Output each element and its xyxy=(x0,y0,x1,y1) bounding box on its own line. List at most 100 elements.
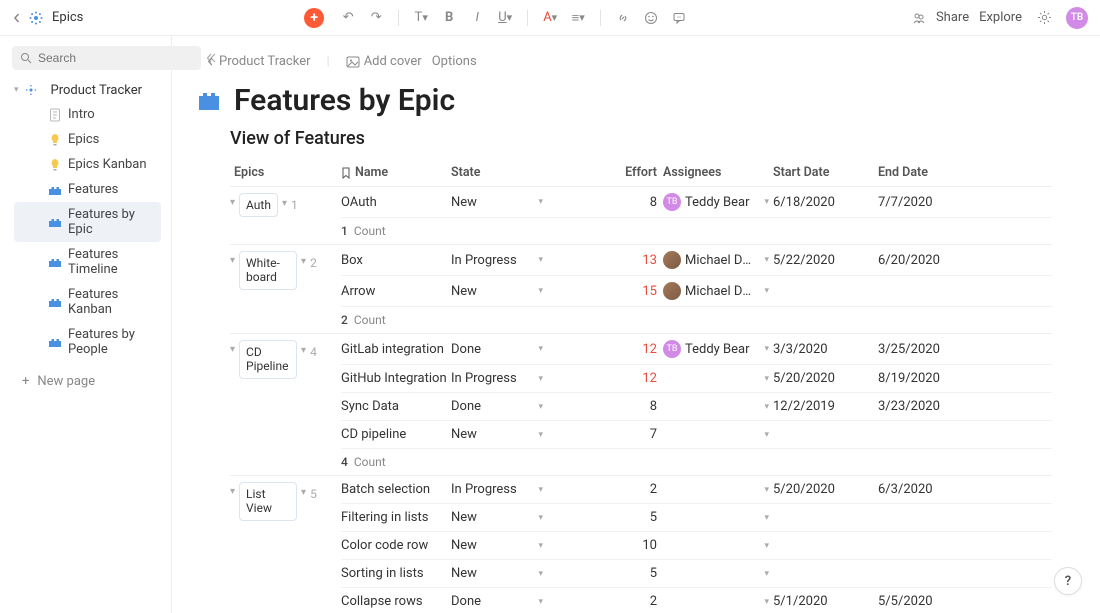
options-button[interactable]: Options xyxy=(432,54,477,69)
sidebar-item-epics-kanban[interactable]: Epics Kanban xyxy=(14,152,161,177)
sidebar-root[interactable]: ▾ Product Tracker xyxy=(8,78,167,102)
underline-dropdown[interactable]: U ▾ xyxy=(493,6,517,30)
cell-state[interactable]: Done▾ xyxy=(451,399,551,414)
col-start[interactable]: Start Date xyxy=(773,165,878,180)
breadcrumb-back[interactable]: Product Tracker xyxy=(206,54,311,69)
text-color-dropdown[interactable]: A ▾ xyxy=(538,6,562,30)
table-row[interactable]: Batch selectionIn Progress▾2▾5/20/20206/… xyxy=(341,476,1052,504)
chevron-down-icon[interactable]: ▾ xyxy=(764,569,769,579)
epic-dropdown-icon[interactable]: ▾ xyxy=(301,482,306,498)
table-row[interactable]: Sync DataDone▾8▾12/2/20193/23/2020 xyxy=(341,393,1052,421)
chevron-down-icon[interactable]: ▾ xyxy=(764,344,769,354)
cell-state[interactable]: In Progress▾ xyxy=(451,253,551,268)
chevron-down-icon[interactable]: ▾ xyxy=(764,541,769,551)
cell-state[interactable]: New▾ xyxy=(451,284,551,299)
chevron-down-icon[interactable]: ▾ xyxy=(538,569,543,579)
cell-state[interactable]: Done▾ xyxy=(451,342,551,357)
chevron-down-icon[interactable]: ▾ xyxy=(764,197,769,207)
chevron-down-icon[interactable]: ▾ xyxy=(764,374,769,384)
epic-pill[interactable]: CD Pipeline xyxy=(239,340,297,379)
table-row[interactable]: BoxIn Progress▾13Michael Du…▾5/22/20206/… xyxy=(341,245,1052,276)
chevron-down-icon[interactable]: ▾ xyxy=(538,430,543,440)
epic-pill[interactable]: List View xyxy=(239,482,297,521)
cell-state[interactable]: New▾ xyxy=(451,510,551,525)
chevron-down-icon[interactable]: ▾ xyxy=(538,541,543,551)
cell-state[interactable]: Done▾ xyxy=(451,594,551,609)
chevron-down-icon[interactable]: ▾ xyxy=(538,344,543,354)
table-row[interactable]: OAuthNew▾8TBTeddy Bear▾6/18/20207/7/2020 xyxy=(341,187,1052,218)
collapse-group-icon[interactable]: ▾ xyxy=(230,251,235,266)
sidebar-item-epics[interactable]: Epics xyxy=(14,127,161,152)
epic-dropdown-icon[interactable]: ▾ xyxy=(282,193,287,209)
col-name[interactable]: Name xyxy=(341,165,451,180)
sidebar-item-features-by-people[interactable]: Features by People xyxy=(14,322,161,362)
cell-assignees[interactable]: Michael Du…▾ xyxy=(663,282,773,300)
chevron-down-icon[interactable]: ▾ xyxy=(538,402,543,412)
col-effort[interactable]: Effort xyxy=(631,165,663,180)
chevron-down-icon[interactable]: ▾ xyxy=(538,374,543,384)
chevron-down-icon[interactable]: ▾ xyxy=(764,597,769,607)
col-state[interactable]: State xyxy=(451,165,551,180)
chevron-down-icon[interactable]: ▾ xyxy=(764,513,769,523)
table-row[interactable]: CD pipelineNew▾7▾ xyxy=(341,421,1052,449)
align-dropdown[interactable]: ≡ ▾ xyxy=(566,6,590,30)
cell-assignees[interactable]: TBTeddy Bear▾ xyxy=(663,340,773,358)
undo-icon[interactable]: ↶ xyxy=(336,6,360,30)
explore-button[interactable]: Explore xyxy=(979,10,1022,25)
text-style-dropdown[interactable]: T ▾ xyxy=(409,6,433,30)
add-button[interactable]: + xyxy=(304,8,324,28)
cell-state[interactable]: New▾ xyxy=(451,538,551,553)
chevron-down-icon[interactable]: ▾ xyxy=(764,255,769,265)
user-avatar[interactable]: TB xyxy=(1066,7,1088,29)
redo-icon[interactable]: ↷ xyxy=(364,6,388,30)
epic-pill[interactable]: White-board xyxy=(239,251,297,290)
chevron-down-icon[interactable]: ▾ xyxy=(538,255,543,265)
back-icon[interactable] xyxy=(12,13,22,23)
new-page-button[interactable]: + New page xyxy=(4,366,167,397)
cell-state[interactable]: In Progress▾ xyxy=(451,371,551,386)
collapse-group-icon[interactable]: ▾ xyxy=(230,482,235,497)
col-assignees[interactable]: Assignees xyxy=(663,165,773,180)
sidebar-item-features-kanban[interactable]: Features Kanban xyxy=(14,282,161,322)
chevron-down-icon[interactable]: ▾ xyxy=(538,513,543,523)
collapse-group-icon[interactable]: ▾ xyxy=(230,193,235,208)
italic-icon[interactable]: I xyxy=(465,6,489,30)
comment-icon[interactable] xyxy=(667,6,691,30)
bold-icon[interactable]: B xyxy=(437,6,461,30)
epic-dropdown-icon[interactable]: ▾ xyxy=(301,340,306,356)
sidebar-item-features-by-epic[interactable]: Features by Epic xyxy=(14,202,161,242)
cell-assignees[interactable]: TBTeddy Bear▾ xyxy=(663,193,773,211)
chevron-down-icon[interactable]: ▾ xyxy=(538,485,543,495)
link-icon[interactable] xyxy=(611,6,635,30)
col-epics[interactable]: Epics xyxy=(230,165,341,180)
epic-dropdown-icon[interactable]: ▾ xyxy=(301,251,306,267)
cell-state[interactable]: In Progress▾ xyxy=(451,482,551,497)
cell-state[interactable]: New▾ xyxy=(451,427,551,442)
table-row[interactable]: Filtering in listsNew▾5▾ xyxy=(341,504,1052,532)
chevron-down-icon[interactable]: ▾ xyxy=(538,197,543,207)
table-row[interactable]: GitHub IntegrationIn Progress▾12▾5/20/20… xyxy=(341,365,1052,393)
cell-assignees[interactable]: Michael Du…▾ xyxy=(663,251,773,269)
chevron-down-icon[interactable]: ▾ xyxy=(538,597,543,607)
sidebar-item-features[interactable]: Features xyxy=(14,177,161,202)
chevron-down-icon[interactable]: ▾ xyxy=(764,430,769,440)
chevron-down-icon[interactable]: ▾ xyxy=(764,286,769,296)
epic-pill[interactable]: Auth xyxy=(239,193,278,217)
chevron-down-icon[interactable]: ▾ xyxy=(764,485,769,495)
emoji-icon[interactable] xyxy=(639,6,663,30)
sidebar-item-intro[interactable]: Intro xyxy=(14,102,161,127)
gear-icon[interactable] xyxy=(1032,6,1056,30)
add-cover-button[interactable]: Add cover xyxy=(346,54,422,69)
chevron-down-icon[interactable]: ▾ xyxy=(538,286,543,296)
table-row[interactable]: GitLab integrationDone▾12TBTeddy Bear▾3/… xyxy=(341,334,1052,365)
col-end[interactable]: End Date xyxy=(878,165,968,180)
table-row[interactable]: ArrowNew▾15Michael Du…▾ xyxy=(341,276,1052,307)
table-row[interactable]: Collapse rowsDone▾2▾5/1/20205/5/2020 xyxy=(341,588,1052,613)
help-button[interactable]: ? xyxy=(1054,567,1082,595)
sidebar-item-features-timeline[interactable]: Features Timeline xyxy=(14,242,161,282)
breadcrumb[interactable]: Epics xyxy=(52,10,83,25)
collapse-group-icon[interactable]: ▾ xyxy=(230,340,235,355)
share-button[interactable]: Share xyxy=(936,10,969,25)
cell-state[interactable]: New▾ xyxy=(451,195,551,210)
table-row[interactable]: Color code rowNew▾10▾ xyxy=(341,532,1052,560)
